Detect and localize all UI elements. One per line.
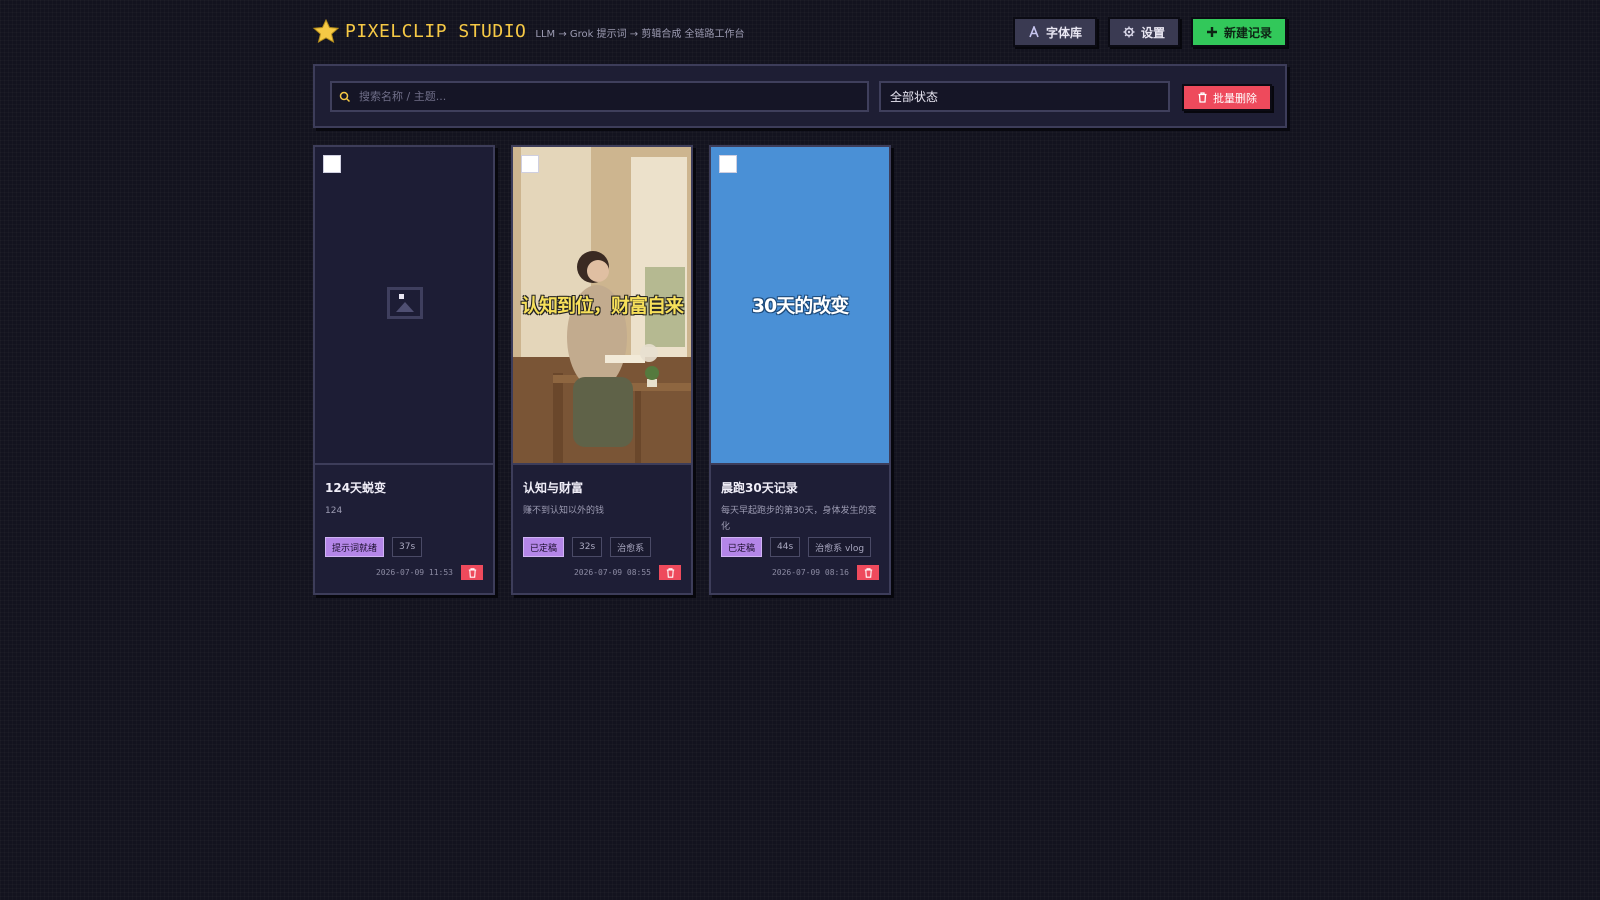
search-input[interactable]	[359, 90, 867, 103]
font-library-button[interactable]: 字体库	[1012, 17, 1097, 47]
card-footer: 2026-07-09 08:55	[574, 565, 681, 580]
new-record-label: 新建记录	[1223, 25, 1272, 40]
search-icon	[339, 91, 351, 102]
filter-bar: 全部状态 批量删除	[313, 64, 1287, 128]
font-library-label: 字体库	[1045, 25, 1082, 40]
image-placeholder-icon	[387, 287, 423, 319]
card-grid: 124天蜕变 124 提示词就绪 37s 2026-07-09 11:53 认知…	[313, 145, 891, 595]
plus-icon	[1206, 27, 1217, 37]
duration-badge: 44s	[770, 537, 801, 557]
search-box	[330, 81, 869, 112]
card-tags: 已定稿 44s 治愈系 vlog	[721, 537, 872, 557]
card-footer: 2026-07-09 08:16	[772, 565, 879, 580]
card-body: 认知与财富 赚不到认知以外的钱 已定稿 32s 治愈系 2026-07-09 0…	[513, 463, 691, 593]
card-select-checkbox[interactable]	[719, 155, 737, 173]
brand-title: PIXELCLIP STUDIO	[345, 20, 527, 42]
status-badge: 已定稿	[721, 537, 763, 557]
duration-badge: 37s	[392, 537, 423, 557]
record-card[interactable]: 124天蜕变 124 提示词就绪 37s 2026-07-09 11:53	[313, 145, 495, 595]
bulk-delete-label: 批量删除	[1213, 91, 1257, 105]
card-body: 晨跑30天记录 每天早起跑步的第30天，身体发生的变化 已定稿 44s 治愈系 …	[711, 463, 889, 593]
card-body: 124天蜕变 124 提示词就绪 37s 2026-07-09 11:53	[315, 463, 493, 593]
card-delete-button[interactable]	[659, 565, 681, 580]
card-timestamp: 2026-07-09 08:55	[573, 568, 651, 577]
header: PIXELCLIP STUDIO LLM → Grok 提示词 → 剪辑合成 全…	[313, 0, 1287, 64]
app-root: PIXELCLIP STUDIO LLM → Grok 提示词 → 剪辑合成 全…	[313, 0, 1287, 595]
brand: PIXELCLIP STUDIO LLM → Grok 提示词 → 剪辑合成 全…	[313, 19, 745, 43]
card-tags: 提示词就绪 37s	[325, 537, 423, 557]
new-record-button[interactable]: 新建记录	[1190, 17, 1287, 47]
card-title: 晨跑30天记录	[721, 481, 798, 495]
card-footer: 2026-07-09 11:53	[376, 565, 483, 580]
brand-subtitle: LLM → Grok 提示词 → 剪辑合成 全链路工作台	[535, 29, 745, 40]
card-select-checkbox[interactable]	[521, 155, 539, 173]
record-card[interactable]: 30天的改变 晨跑30天记录 每天早起跑步的第30天，身体发生的变化 已定稿 4…	[709, 145, 891, 595]
header-actions: 字体库 设置 新建记录	[1012, 17, 1287, 47]
card-delete-button[interactable]	[857, 565, 879, 580]
trash-icon	[468, 567, 476, 578]
card-timestamp: 2026-07-09 08:16	[771, 568, 849, 577]
card-description: 每天早起跑步的第30天，身体发生的变化	[721, 506, 877, 532]
duration-badge: 32s	[572, 537, 603, 557]
card-title: 124天蜕变	[325, 481, 387, 495]
bulk-delete-button[interactable]: 批量删除	[1182, 84, 1272, 111]
star-icon	[313, 19, 339, 43]
trash-icon	[666, 567, 674, 578]
card-tags: 已定稿 32s 治愈系	[523, 537, 652, 557]
trash-icon	[1198, 92, 1207, 103]
status-select-value: 全部状态	[890, 90, 939, 104]
card-title: 认知与财富	[523, 481, 584, 495]
status-select[interactable]: 全部状态	[879, 81, 1170, 112]
record-card[interactable]: 认知到位，财富自来 认知与财富 赚不到认知以外的钱 已定稿 32s 治愈系 20…	[511, 145, 693, 595]
settings-label: 设置	[1140, 25, 1165, 40]
card-timestamp: 2026-07-09 11:53	[375, 568, 453, 577]
card-description: 124	[325, 506, 343, 516]
gear-icon	[1123, 26, 1135, 38]
card-select-checkbox[interactable]	[323, 155, 341, 173]
card-thumbnail[interactable]: 30天的改变	[711, 147, 889, 463]
card-thumbnail[interactable]: 认知到位，财富自来	[513, 147, 691, 463]
card-delete-button[interactable]	[461, 565, 483, 580]
settings-button[interactable]: 设置	[1107, 17, 1180, 47]
status-badge: 提示词就绪	[325, 537, 385, 557]
theme-badge: 治愈系	[610, 537, 652, 557]
thumbnail-caption: 30天的改变	[751, 295, 849, 317]
thumbnail-caption: 认知到位，财富自来	[520, 295, 684, 317]
trash-icon	[864, 567, 872, 578]
font-icon	[1029, 26, 1039, 38]
card-description: 赚不到认知以外的钱	[523, 506, 605, 516]
theme-badge: 治愈系 vlog	[808, 537, 872, 557]
card-thumbnail[interactable]	[315, 147, 493, 463]
status-badge: 已定稿	[523, 537, 565, 557]
